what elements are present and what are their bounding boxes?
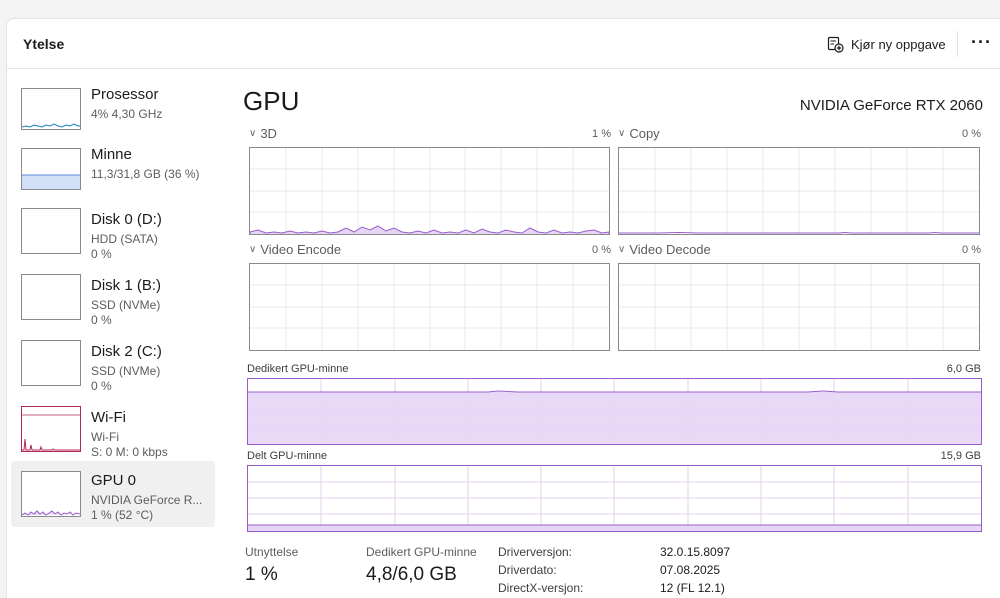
wifi-thumbnail-graph <box>21 406 81 452</box>
driver-version-label: Driverversjon: <box>498 545 573 559</box>
sidebar-item-name: Disk 2 (C:) <box>91 343 162 360</box>
engine-copy-label: Copy <box>629 126 660 141</box>
shared-memory-fill <box>248 525 981 531</box>
memory-thumbnail-graph <box>21 148 81 190</box>
engine-video-encode-graph <box>249 263 610 351</box>
dedicated-memory-fill <box>248 392 981 444</box>
engine-copy-value: 0 % <box>962 128 981 140</box>
run-new-task-label: Kjør ny oppgave <box>851 36 946 52</box>
dedicated-memory-stat-value: 4,8/6,0 GB <box>366 564 457 585</box>
gpu-thumbnail-graph <box>21 471 81 517</box>
page-title: Ytelse <box>23 36 65 52</box>
gpu-model-name: NVIDIA GeForce RTX 2060 <box>799 97 983 114</box>
shared-memory-graph <box>247 465 982 532</box>
dedicated-memory-label: Dedikert GPU-minne <box>247 363 349 375</box>
disk-2-thumbnail-graph <box>21 340 81 386</box>
sidebar-item-disk-2[interactable]: Disk 2 (C:) SSD (NVMe) 0 % <box>11 335 215 399</box>
engine-3d-graph <box>249 147 610 235</box>
shared-memory-max: 15,9 GB <box>940 450 981 462</box>
engine-video-encode-value: 0 % <box>592 244 611 256</box>
sidebar-item-name: Wi-Fi <box>91 409 126 426</box>
chevron-down-icon: ∨ <box>249 128 257 139</box>
sidebar-item-detail: 11,3/31,8 GB (36 %) <box>91 167 200 181</box>
sidebar-item-disk-0[interactable]: Disk 0 (D:) HDD (SATA) 0 % <box>11 203 215 267</box>
sidebar-item-gpu-0[interactable]: GPU 0 NVIDIA GeForce R... 1 % (52 °C) <box>11 461 215 527</box>
sidebar-item-usage: S: 0 M: 0 kbps <box>91 445 168 459</box>
sidebar-item-name: Prosessor <box>91 86 159 103</box>
run-new-task-button[interactable]: Kjør ny oppgave <box>827 34 946 54</box>
new-task-icon <box>827 36 844 53</box>
dedicated-memory-stat-label: Dedikert GPU-minne <box>366 545 477 559</box>
more-options-button[interactable]: ··· <box>971 31 993 57</box>
utilization-value: 1 % <box>245 564 278 585</box>
engine-video-decode-graph <box>618 263 980 351</box>
sidebar-item-usage: 0 % <box>91 313 112 327</box>
driver-version-value: 32.0.15.8097 <box>660 545 731 559</box>
sidebar-item-name: GPU 0 <box>91 472 137 489</box>
engine-video-decode-label: Video Decode <box>629 242 711 257</box>
driver-date-label: Driverdato: <box>498 563 557 577</box>
sidebar-item-detail: SSD (NVMe) <box>91 298 161 312</box>
engine-video-encode-label: Video Encode <box>260 242 342 257</box>
engine-3d-value: 1 % <box>592 128 611 140</box>
disk-0-thumbnail-graph <box>21 208 81 254</box>
sidebar-item-name: Disk 0 (D:) <box>91 211 162 228</box>
sidebar-item-detail: SSD (NVMe) <box>91 364 161 378</box>
shared-memory-label: Delt GPU-minne <box>247 450 328 462</box>
chevron-down-icon: ∨ <box>618 244 626 255</box>
sidebar-item-detail: HDD (SATA) <box>91 232 158 246</box>
directx-version-value: 12 (FL 12.1) <box>660 581 725 595</box>
sidebar-item-wifi[interactable]: Wi-Fi Wi-Fi S: 0 M: 0 kbps <box>11 401 215 465</box>
chevron-down-icon: ∨ <box>618 128 626 139</box>
processor-thumbnail-graph <box>21 88 81 130</box>
engine-video-encode-selector[interactable]: ∨ Video Encode <box>249 242 341 257</box>
sidebar-item-name: Disk 1 (B:) <box>91 277 162 294</box>
sidebar-item-name: Minne <box>91 146 132 163</box>
sidebar-item-detail: Wi-Fi <box>91 430 119 444</box>
sidebar-item-disk-1[interactable]: Disk 1 (B:) SSD (NVMe) 0 % <box>11 269 215 333</box>
engine-copy-graph <box>618 147 980 235</box>
sidebar-item-usage: 0 % <box>91 379 112 393</box>
sidebar-item-usage: 0 % <box>91 247 112 261</box>
directx-version-label: DirectX-versjon: <box>498 581 584 595</box>
task-manager-window: Ytelse Kjør ny oppgave ··· Prosessor 4% … <box>6 18 1000 598</box>
engine-video-decode-value: 0 % <box>962 244 981 256</box>
engine-3d-selector[interactable]: ∨ 3D <box>249 126 277 141</box>
header-divider <box>957 31 958 57</box>
engine-3d-label: 3D <box>260 126 277 141</box>
utilization-label: Utnyttelse <box>245 545 299 559</box>
gpu-heading: GPU <box>243 86 300 116</box>
chevron-down-icon: ∨ <box>249 244 257 255</box>
sidebar-item-detail: 4% 4,30 GHz <box>91 107 163 121</box>
engine-copy-selector[interactable]: ∨ Copy <box>618 126 660 141</box>
sidebar-item-usage: 1 % (52 °C) <box>91 508 154 522</box>
dedicated-memory-max: 6,0 GB <box>946 363 981 375</box>
engine-video-decode-selector[interactable]: ∨ Video Decode <box>618 242 711 257</box>
disk-1-thumbnail-graph <box>21 274 81 320</box>
sidebar-item-processor[interactable]: Prosessor 4% 4,30 GHz <box>11 83 215 147</box>
page-header: Ytelse Kjør ny oppgave ··· <box>7 19 1000 69</box>
sidebar-item-memory[interactable]: Minne 11,3/31,8 GB (36 %) <box>11 143 215 207</box>
dedicated-memory-graph <box>247 378 982 445</box>
driver-date-value: 07.08.2025 <box>660 563 721 577</box>
sidebar-item-detail: NVIDIA GeForce R... <box>91 493 203 507</box>
